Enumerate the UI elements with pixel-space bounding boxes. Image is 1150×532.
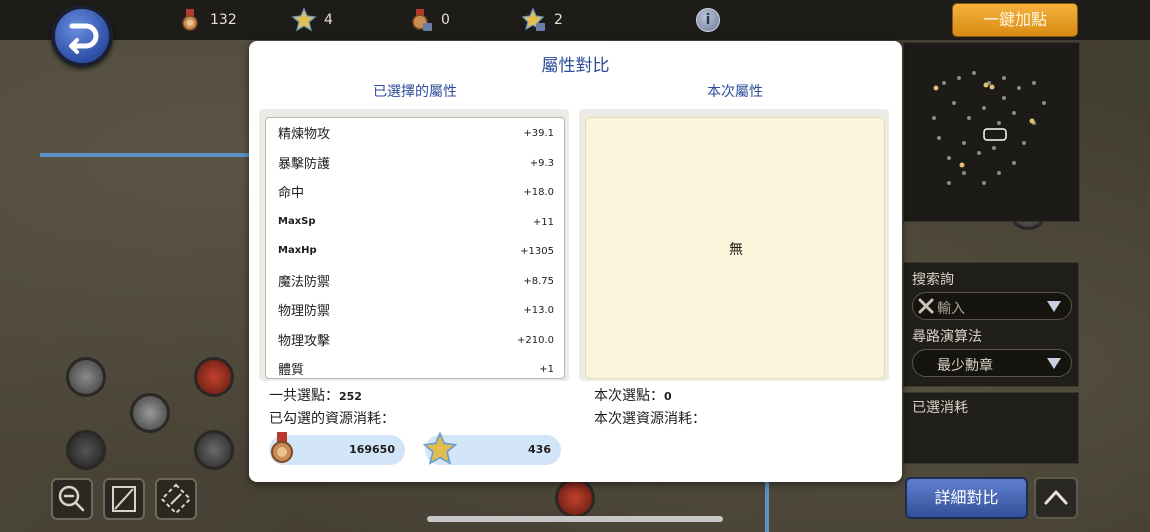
route-button[interactable] (155, 478, 197, 520)
attribute-row: 魔法防禦 +8.75 (266, 266, 564, 296)
selected-cost-panel: 已選消耗 (903, 392, 1079, 464)
search-placeholder: 輸入 (937, 301, 965, 317)
attribute-name: 精煉物攻 (278, 127, 331, 142)
tree-node-crossed[interactable] (66, 430, 106, 470)
collapse-button[interactable] (1034, 477, 1078, 519)
attribute-value: +9.3 (529, 157, 554, 169)
attribute-row: 精煉物攻 +39.1 (266, 118, 564, 148)
tree-node-shield[interactable] (66, 357, 106, 397)
resource-medal: 132 (178, 6, 237, 34)
total-points: 一共選點：252 (269, 385, 362, 405)
attribute-value: +1 (539, 364, 554, 375)
chevron-up-icon (1044, 490, 1068, 505)
this-points-label: 本次選點： (594, 388, 664, 404)
tree-connection-line (40, 153, 250, 157)
tree-node-shield[interactable] (130, 393, 170, 433)
current-attributes-title: 本次屬性 (707, 84, 763, 100)
search-label: 搜索詢 (912, 272, 954, 288)
attribute-value: +18.0 (523, 187, 554, 198)
locked-gear-count: 2 (554, 12, 563, 28)
minimap-tree-icon (932, 71, 1046, 185)
checked-cost-label: 已勾選的資源消耗： (269, 411, 395, 427)
this-points: 本次選點：0 (594, 385, 672, 405)
resource-locked-gear: 2 (522, 6, 563, 34)
locked-medal-count: 0 (441, 12, 450, 28)
gold-gear-icon (423, 432, 457, 465)
tree-node-locked[interactable] (555, 478, 595, 518)
resource-gear: 4 (292, 6, 333, 34)
attribute-value: +13.0 (523, 305, 554, 316)
selected-attributes-title: 已選擇的屬性 (373, 84, 457, 100)
total-points-label: 一共選點： (269, 388, 339, 404)
tree-connection-line (765, 482, 769, 532)
medal-cost-pill: 169650 (269, 432, 405, 465)
zoom-out-icon (58, 485, 85, 512)
algorithm-value: 最少勳章 (937, 358, 993, 374)
selected-attributes-list[interactable]: 精煉物攻 +39.1 暴擊防護 +9.3 命中 +18.0 MaxSp +11 MaxHp +13… (265, 117, 565, 379)
attribute-value: +210.0 (516, 334, 554, 346)
route-icon (160, 483, 192, 515)
current-attributes-box: 無 (585, 117, 885, 379)
attribute-name: 命中 (278, 186, 305, 201)
search-input[interactable]: 輸入 (912, 292, 1072, 320)
dropdown-arrow-icon[interactable] (1047, 301, 1061, 312)
dropdown-arrow-icon[interactable] (1047, 358, 1061, 369)
medal-cost-value: 169650 (349, 443, 395, 456)
detail-compare-button[interactable]: 詳細對比 (905, 477, 1028, 519)
attribute-row: 體質 +1 (266, 354, 564, 378)
attribute-name: 物理攻擊 (278, 333, 331, 349)
attribute-row: 暴擊防護 +9.3 (266, 148, 564, 178)
tree-node-gear[interactable] (194, 430, 234, 470)
algorithm-select[interactable]: 最少勳章 (912, 349, 1072, 377)
search-panel: 搜索詢 輸入 尋路演算法 最少勳章 (903, 262, 1079, 387)
info-button[interactable]: i (696, 8, 720, 32)
back-button[interactable] (51, 5, 113, 67)
attribute-row: 命中 +18.0 (266, 177, 564, 207)
dialog-title: 屬性對比 (541, 56, 610, 76)
medal-icon (271, 432, 293, 463)
attribute-name: 暴擊防護 (278, 156, 331, 172)
erase-button[interactable] (103, 478, 145, 520)
medal-count: 132 (210, 12, 237, 28)
clear-icon[interactable] (917, 297, 935, 315)
locked-gear-icon (522, 8, 545, 31)
selected-attributes-panel: 精煉物攻 +39.1 暴擊防護 +9.3 命中 +18.0 MaxSp +11 MaxHp +13… (259, 109, 569, 381)
attribute-value: +8.75 (523, 275, 554, 287)
attribute-name: MaxSp (278, 215, 316, 227)
attribute-row: MaxSp +11 (266, 207, 564, 237)
slash-box-icon (112, 486, 136, 512)
zoom-out-button[interactable] (51, 478, 93, 520)
gear-cost-pill: 436 (423, 432, 561, 465)
attribute-row: 物理攻擊 +210.0 (266, 325, 564, 355)
tree-minimap[interactable] (903, 42, 1080, 222)
back-arrow-icon (69, 23, 99, 54)
medal-icon (182, 9, 198, 31)
total-points-value: 252 (339, 390, 362, 403)
this-cost-label: 本次選資源消耗： (594, 411, 706, 427)
attribute-name: 魔法防禦 (278, 274, 331, 290)
attribute-row: MaxHp +1305 (266, 236, 564, 266)
resource-locked-medal: 0 (409, 6, 450, 34)
attribute-name: 物理防禦 (278, 304, 331, 319)
attribute-value: +39.1 (523, 128, 554, 139)
attribute-value: +11 (532, 216, 554, 228)
gear-count: 4 (324, 12, 333, 28)
attribute-compare-dialog: 屬性對比 已選擇的屬性 本次屬性 精煉物攻 +39.1 暴擊防護 +9.3 命中 +18.… (249, 41, 902, 482)
one-key-add-points-button[interactable]: 一鍵加點 (952, 3, 1078, 37)
attribute-name: 體質 (278, 363, 305, 378)
empty-text: 無 (729, 242, 743, 258)
locked-medal-icon (412, 9, 432, 31)
algorithm-label: 尋路演算法 (912, 329, 982, 345)
attribute-value: +1305 (520, 246, 554, 257)
attribute-name: MaxHp (278, 245, 317, 256)
gear-cost-value: 436 (528, 443, 551, 456)
tree-node-locked[interactable] (194, 357, 234, 397)
home-indicator (427, 516, 723, 522)
attribute-row: 物理防禦 +13.0 (266, 295, 564, 325)
gold-gear-icon (292, 8, 316, 32)
selected-cost-label: 已選消耗 (912, 400, 968, 416)
current-attributes-panel: 無 (579, 109, 889, 381)
this-points-value: 0 (664, 390, 672, 403)
